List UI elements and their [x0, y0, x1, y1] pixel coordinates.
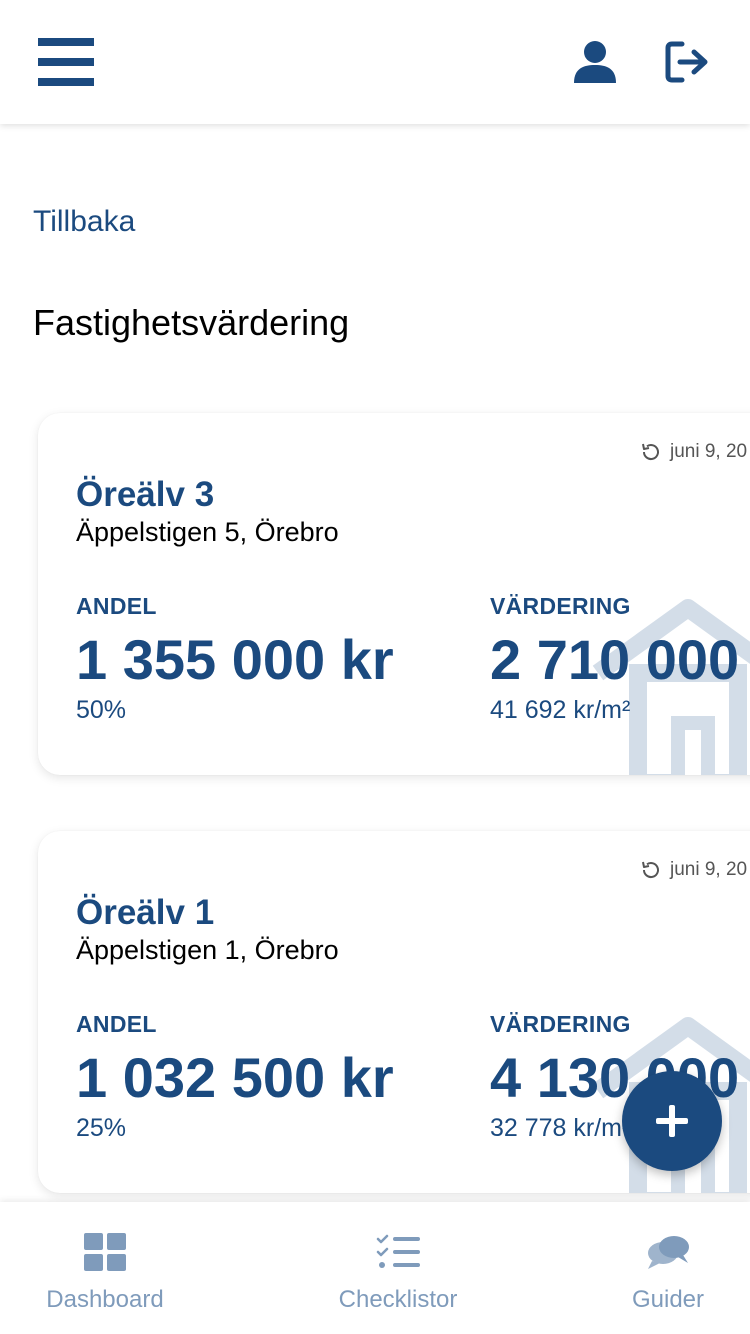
refresh-icon	[642, 861, 659, 879]
property-address: Äppelstigen 1, Örebro	[76, 935, 339, 965]
share-percent: 25%	[76, 1114, 127, 1142]
refresh-icon	[642, 443, 659, 461]
dashboard-grid-icon	[84, 1233, 126, 1271]
nav-dashboard[interactable]: Dashboard	[30, 1202, 180, 1334]
date-text: juni 9, 20	[670, 441, 748, 462]
nav-checklistor[interactable]: Checklistor	[318, 1202, 478, 1334]
share-label: ANDEL	[76, 593, 157, 619]
checklist-icon	[376, 1234, 420, 1268]
price-per-sqm: 32 778 kr/m²	[490, 1114, 631, 1142]
property-name: Öreälv 1	[76, 893, 215, 932]
nav-guider[interactable]: Guider	[608, 1202, 728, 1334]
nav-dashboard-label: Dashboard	[46, 1286, 164, 1313]
logout-icon[interactable]	[664, 40, 712, 84]
user-icon[interactable]	[572, 40, 618, 84]
updated-date: juni 9, 20	[640, 859, 747, 881]
valuation-label: VÄRDERING	[490, 593, 631, 619]
property-name: Öreälv 3	[76, 475, 215, 514]
price-per-sqm: 41 692 kr/m²	[490, 696, 631, 724]
updated-date: juni 9, 20	[640, 441, 747, 463]
chat-bubbles-icon	[648, 1236, 689, 1269]
valuation-label: VÄRDERING	[490, 1011, 631, 1037]
valuation-value: 2 710 000	[490, 628, 740, 691]
top-bar	[0, 0, 750, 124]
share-value: 1 032 500 kr	[76, 1046, 394, 1109]
page-title: Fastighetsvärdering	[33, 302, 350, 343]
hamburger-menu-icon[interactable]	[38, 38, 94, 86]
share-value: 1 355 000 kr	[76, 628, 394, 691]
nav-guider-label: Guider	[631, 1286, 705, 1313]
plus-icon	[656, 1105, 688, 1137]
date-text: juni 9, 20	[670, 859, 748, 880]
add-property-button[interactable]	[622, 1071, 722, 1171]
property-card[interactable]: juni 9, 20 Öreälv 3 Äppelstigen 5, Örebr…	[38, 413, 750, 775]
nav-checklistor-label: Checklistor	[338, 1286, 458, 1313]
bottom-navigation: Dashboard Checklistor Guider	[0, 1202, 750, 1334]
property-address: Äppelstigen 5, Örebro	[76, 517, 339, 547]
share-label: ANDEL	[76, 1011, 157, 1037]
back-link[interactable]: Tillbaka	[33, 205, 135, 239]
share-percent: 50%	[76, 696, 127, 724]
